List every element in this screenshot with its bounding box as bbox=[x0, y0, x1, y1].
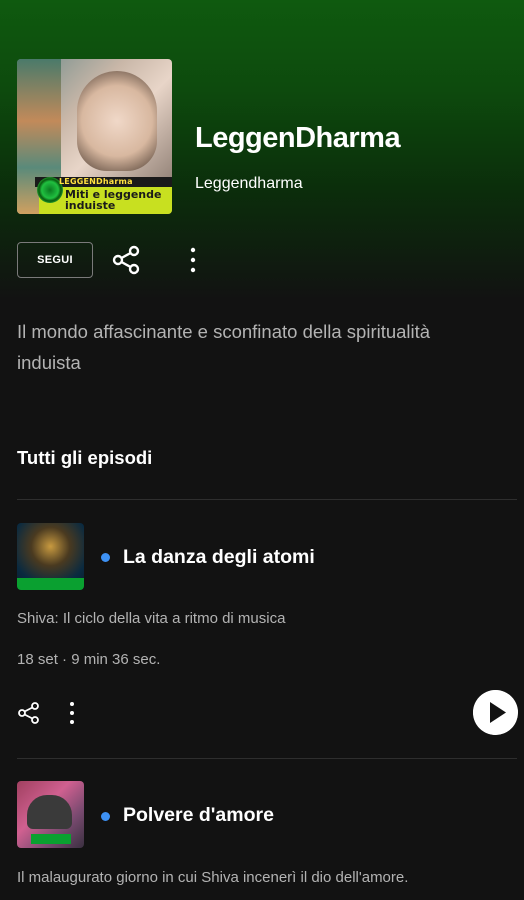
podcast-author[interactable]: Leggendharma bbox=[195, 175, 303, 193]
more-vertical-icon[interactable] bbox=[62, 700, 82, 726]
episode-cover[interactable] bbox=[17, 523, 84, 590]
episode-cover-art bbox=[27, 795, 72, 829]
episode-title[interactable]: Polvere d'amore bbox=[123, 804, 274, 827]
divider bbox=[17, 499, 517, 500]
new-episode-dot bbox=[101, 553, 110, 562]
more-vertical-icon[interactable] bbox=[182, 243, 204, 277]
episode-cover-band bbox=[17, 578, 84, 590]
divider bbox=[17, 758, 517, 759]
podcast-description: Il mondo affascinante e sconfinato della… bbox=[17, 321, 431, 373]
cover-art-portrait bbox=[77, 71, 157, 171]
cover-title-label: Miti e leggende induiste bbox=[65, 188, 162, 212]
episode-description: Il malaugurato giorno in cui Shiva incen… bbox=[17, 869, 409, 886]
share-icon[interactable] bbox=[17, 701, 41, 725]
podcast-title: LeggenDharma bbox=[195, 122, 401, 154]
episode-description: Shiva: Il ciclo della vita a ritmo di mu… bbox=[17, 610, 286, 627]
episode-meta: 18 set · 9 min 36 sec. bbox=[17, 651, 161, 668]
play-icon[interactable] bbox=[473, 690, 518, 735]
episodes-section-title: Tutti gli episodi bbox=[17, 447, 153, 468]
share-icon[interactable] bbox=[110, 243, 144, 277]
cover-brand-label: LEGGENDharma bbox=[59, 177, 133, 186]
episode-cover-band bbox=[31, 834, 71, 844]
episode-cover[interactable] bbox=[17, 781, 84, 848]
podcast-cover: LEGGENDharma Miti e leggende induiste bbox=[17, 59, 172, 214]
follow-button[interactable]: SEGUI bbox=[17, 242, 93, 278]
new-episode-dot bbox=[101, 812, 110, 821]
episode-title[interactable]: La danza degli atomi bbox=[123, 546, 315, 569]
